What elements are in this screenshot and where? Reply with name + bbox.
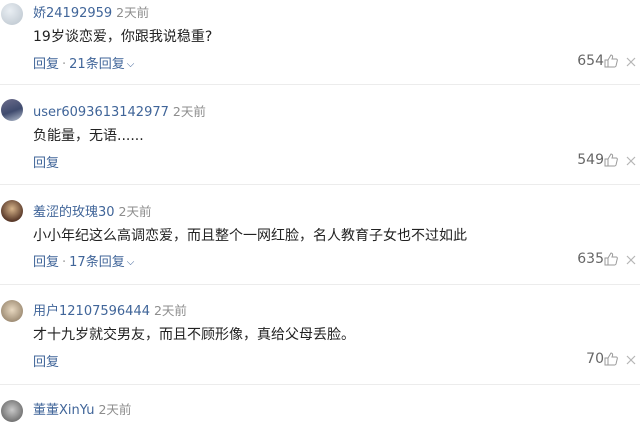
- cross-icon[interactable]: [625, 155, 637, 167]
- comment-meta: user6093613142977 2天前: [33, 101, 206, 120]
- like-count: 549: [577, 152, 604, 168]
- cross-icon[interactable]: [625, 254, 637, 266]
- username[interactable]: 董董XinYu: [33, 403, 94, 418]
- chevron-down-icon: ⌵: [126, 257, 135, 268]
- comment-text: 负能量，无语......: [33, 128, 144, 144]
- comment-actions: 回复 · 17条回复 ⌵: [33, 251, 134, 270]
- like-count: 654: [577, 53, 604, 69]
- username[interactable]: 用户12107596444: [33, 304, 150, 319]
- comment-actions: 回复 · 21条回复 ⌵: [33, 53, 134, 72]
- separator: ·: [62, 57, 67, 72]
- comment-item: 羞涩的玫瑰30 2天前 小小年纪这么高调恋爱，而且整个一网红脸，名人教育子女也不过…: [0, 184, 640, 285]
- comment-meta: 羞涩的玫瑰30 2天前: [33, 201, 152, 220]
- comment-item: user6093613142977 2天前 负能量，无语...... 回复 549: [0, 84, 640, 185]
- timestamp: 2天前: [98, 402, 132, 417]
- comment-actions: 回复: [33, 351, 59, 370]
- comment-item: 娇24192959 2天前 19岁谈恋爱，你跟我说稳重? 回复 · 21条回复 ⌵ 65…: [0, 0, 640, 85]
- timestamp: 2天前: [172, 104, 206, 119]
- cross-icon[interactable]: [625, 56, 637, 68]
- reply-button[interactable]: 回复: [33, 255, 59, 270]
- comment-meta: 董董XinYu 2天前: [33, 399, 131, 418]
- avatar[interactable]: [1, 99, 23, 121]
- avatar[interactable]: [1, 400, 23, 422]
- cross-icon[interactable]: [625, 354, 637, 366]
- reply-button[interactable]: 回复: [33, 355, 59, 370]
- chevron-down-icon: ⌵: [126, 59, 135, 70]
- replies-count: 21条回复: [69, 57, 125, 72]
- separator: ·: [62, 255, 67, 270]
- thumbs-up-icon[interactable]: [604, 252, 618, 266]
- comment-meta: 娇24192959 2天前: [33, 2, 149, 21]
- comment-item: 董董XinYu 2天前: [0, 384, 640, 422]
- avatar[interactable]: [1, 200, 23, 222]
- replies-count: 17条回复: [69, 255, 125, 270]
- thumbs-up-icon[interactable]: [604, 352, 618, 366]
- comment-text: 19岁谈恋爱，你跟我说稳重?: [33, 29, 213, 45]
- reply-button[interactable]: 回复: [33, 57, 59, 72]
- avatar[interactable]: [1, 3, 23, 25]
- timestamp: 2天前: [118, 204, 152, 219]
- view-replies-button[interactable]: 17条回复 ⌵: [69, 255, 134, 270]
- comment-actions: 回复: [33, 152, 59, 171]
- timestamp: 2天前: [153, 303, 187, 318]
- username[interactable]: user6093613142977: [33, 105, 169, 120]
- username[interactable]: 娇24192959: [33, 6, 112, 21]
- comment-text: 才十九岁就交男友，而且不顾形像，真给父母丢脸。: [33, 327, 355, 343]
- timestamp: 2天前: [116, 5, 150, 20]
- username[interactable]: 羞涩的玫瑰30: [33, 205, 115, 220]
- reply-button[interactable]: 回复: [33, 156, 59, 171]
- comment-item: 用户12107596444 2天前 才十九岁就交男友，而且不顾形像，真给父母丢脸。…: [0, 284, 640, 385]
- like-count: 70: [586, 351, 604, 367]
- thumbs-up-icon[interactable]: [604, 54, 618, 68]
- avatar[interactable]: [1, 300, 23, 322]
- thumbs-up-icon[interactable]: [604, 153, 618, 167]
- like-count: 635: [577, 251, 604, 267]
- comment-text: 小小年纪这么高调恋爱，而且整个一网红脸，名人教育子女也不过如此: [33, 228, 467, 244]
- view-replies-button[interactable]: 21条回复 ⌵: [69, 57, 134, 72]
- comment-meta: 用户12107596444 2天前: [33, 300, 187, 319]
